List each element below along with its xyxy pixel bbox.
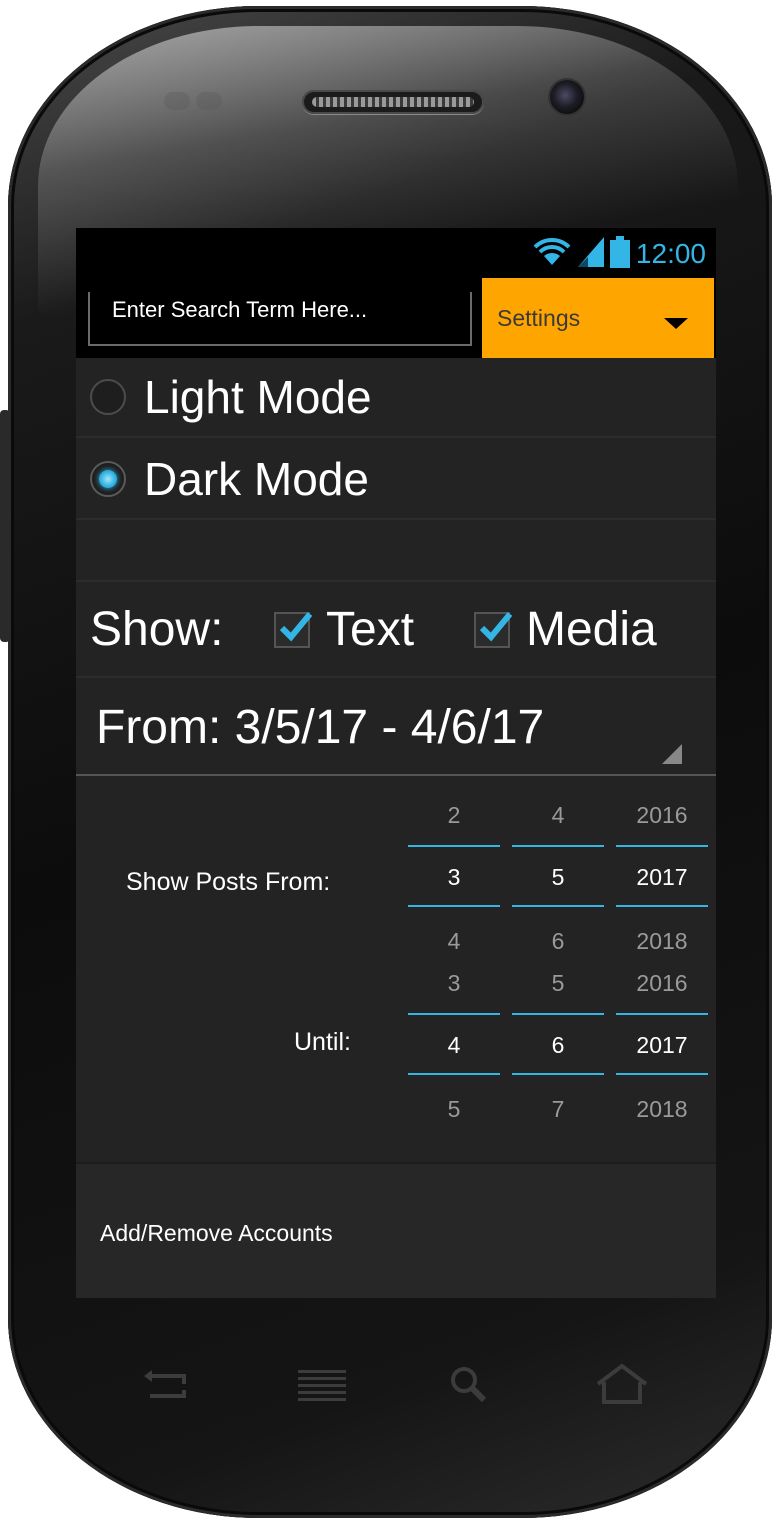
menu-icon[interactable] — [292, 1360, 352, 1410]
radio-label-light-mode: Light Mode — [144, 371, 372, 423]
date-range-text: From: 3/5/17 - 4/6/17 — [96, 701, 545, 754]
battery-icon — [609, 235, 630, 273]
screen: 12:00 Settings Light Mode Dark Mode Show… — [76, 228, 716, 1298]
picker-divider — [408, 1073, 500, 1075]
until-month-prev[interactable]: 3 — [408, 970, 500, 997]
light-sensor — [196, 92, 222, 110]
picker-divider — [512, 905, 604, 907]
from-day-value[interactable]: 5 — [512, 864, 604, 891]
status-bar: 12:00 — [76, 228, 716, 278]
proximity-sensor — [164, 92, 190, 110]
radio-button-checked[interactable] — [90, 461, 126, 497]
from-year-next[interactable]: 2018 — [616, 928, 708, 955]
picker-divider — [512, 1073, 604, 1075]
from-month-value[interactable]: 3 — [408, 864, 500, 891]
add-remove-accounts-button[interactable]: Add/Remove Accounts — [76, 1162, 716, 1298]
until-day-prev[interactable]: 5 — [512, 970, 604, 997]
checkmark-icon — [479, 612, 513, 642]
radio-label-dark-mode: Dark Mode — [144, 453, 369, 505]
until-year-prev[interactable]: 2016 — [616, 970, 708, 997]
action-bar: Settings — [76, 278, 716, 358]
spinner-corner-icon — [662, 744, 682, 764]
until-year-next[interactable]: 2018 — [616, 1096, 708, 1123]
until-label: Until: — [294, 1028, 351, 1056]
date-range-spinner[interactable]: From: 3/5/17 - 4/6/17 — [76, 680, 716, 776]
signal-icon — [577, 236, 604, 272]
until-year-value[interactable]: 2017 — [616, 1032, 708, 1059]
from-day-prev[interactable]: 4 — [512, 802, 604, 829]
until-month-value[interactable]: 4 — [408, 1032, 500, 1059]
settings-dropdown-label: Settings — [497, 304, 581, 331]
earpiece-speaker — [302, 90, 484, 114]
add-remove-accounts-label: Add/Remove Accounts — [100, 1220, 333, 1246]
picker-divider — [408, 1013, 500, 1015]
show-filter-row: Show: Text Media — [76, 582, 716, 678]
volume-side-button — [0, 410, 10, 642]
media-checkbox-label: Media — [526, 603, 657, 656]
picker-divider — [512, 845, 604, 847]
wifi-icon — [532, 237, 572, 272]
show-posts-from-label: Show Posts From: — [126, 868, 331, 896]
search-input[interactable] — [88, 292, 472, 346]
from-day-next[interactable]: 6 — [512, 928, 604, 955]
picker-divider — [616, 905, 708, 907]
picker-divider — [616, 1073, 708, 1075]
picker-divider — [616, 845, 708, 847]
picker-divider — [408, 905, 500, 907]
back-icon[interactable] — [136, 1360, 196, 1410]
checkmark-icon — [279, 612, 313, 642]
empty-row — [76, 520, 716, 582]
picker-divider — [512, 1013, 604, 1015]
home-icon[interactable] — [592, 1360, 652, 1410]
text-checkbox-label: Text — [326, 603, 415, 656]
until-day-next[interactable]: 7 — [512, 1096, 604, 1123]
from-year-value[interactable]: 2017 — [616, 864, 708, 891]
until-day-value[interactable]: 6 — [512, 1032, 604, 1059]
radio-dark-mode[interactable]: Dark Mode — [76, 440, 716, 520]
chevron-down-icon — [664, 318, 688, 329]
search-icon[interactable] — [440, 1360, 500, 1410]
settings-dropdown[interactable]: Settings — [482, 278, 714, 358]
media-checkbox[interactable] — [474, 612, 513, 648]
picker-divider — [616, 1013, 708, 1015]
picker-divider — [408, 845, 500, 847]
front-camera — [550, 80, 584, 114]
from-month-next[interactable]: 4 — [408, 928, 500, 955]
from-month-prev[interactable]: 2 — [408, 802, 500, 829]
status-clock: 12:00 — [635, 238, 706, 269]
radio-light-mode[interactable]: Light Mode — [76, 358, 716, 438]
from-year-prev[interactable]: 2016 — [616, 802, 708, 829]
until-month-next[interactable]: 5 — [408, 1096, 500, 1123]
show-label: Show: — [90, 603, 224, 656]
text-checkbox[interactable] — [274, 612, 313, 648]
radio-button-unchecked[interactable] — [90, 379, 126, 415]
